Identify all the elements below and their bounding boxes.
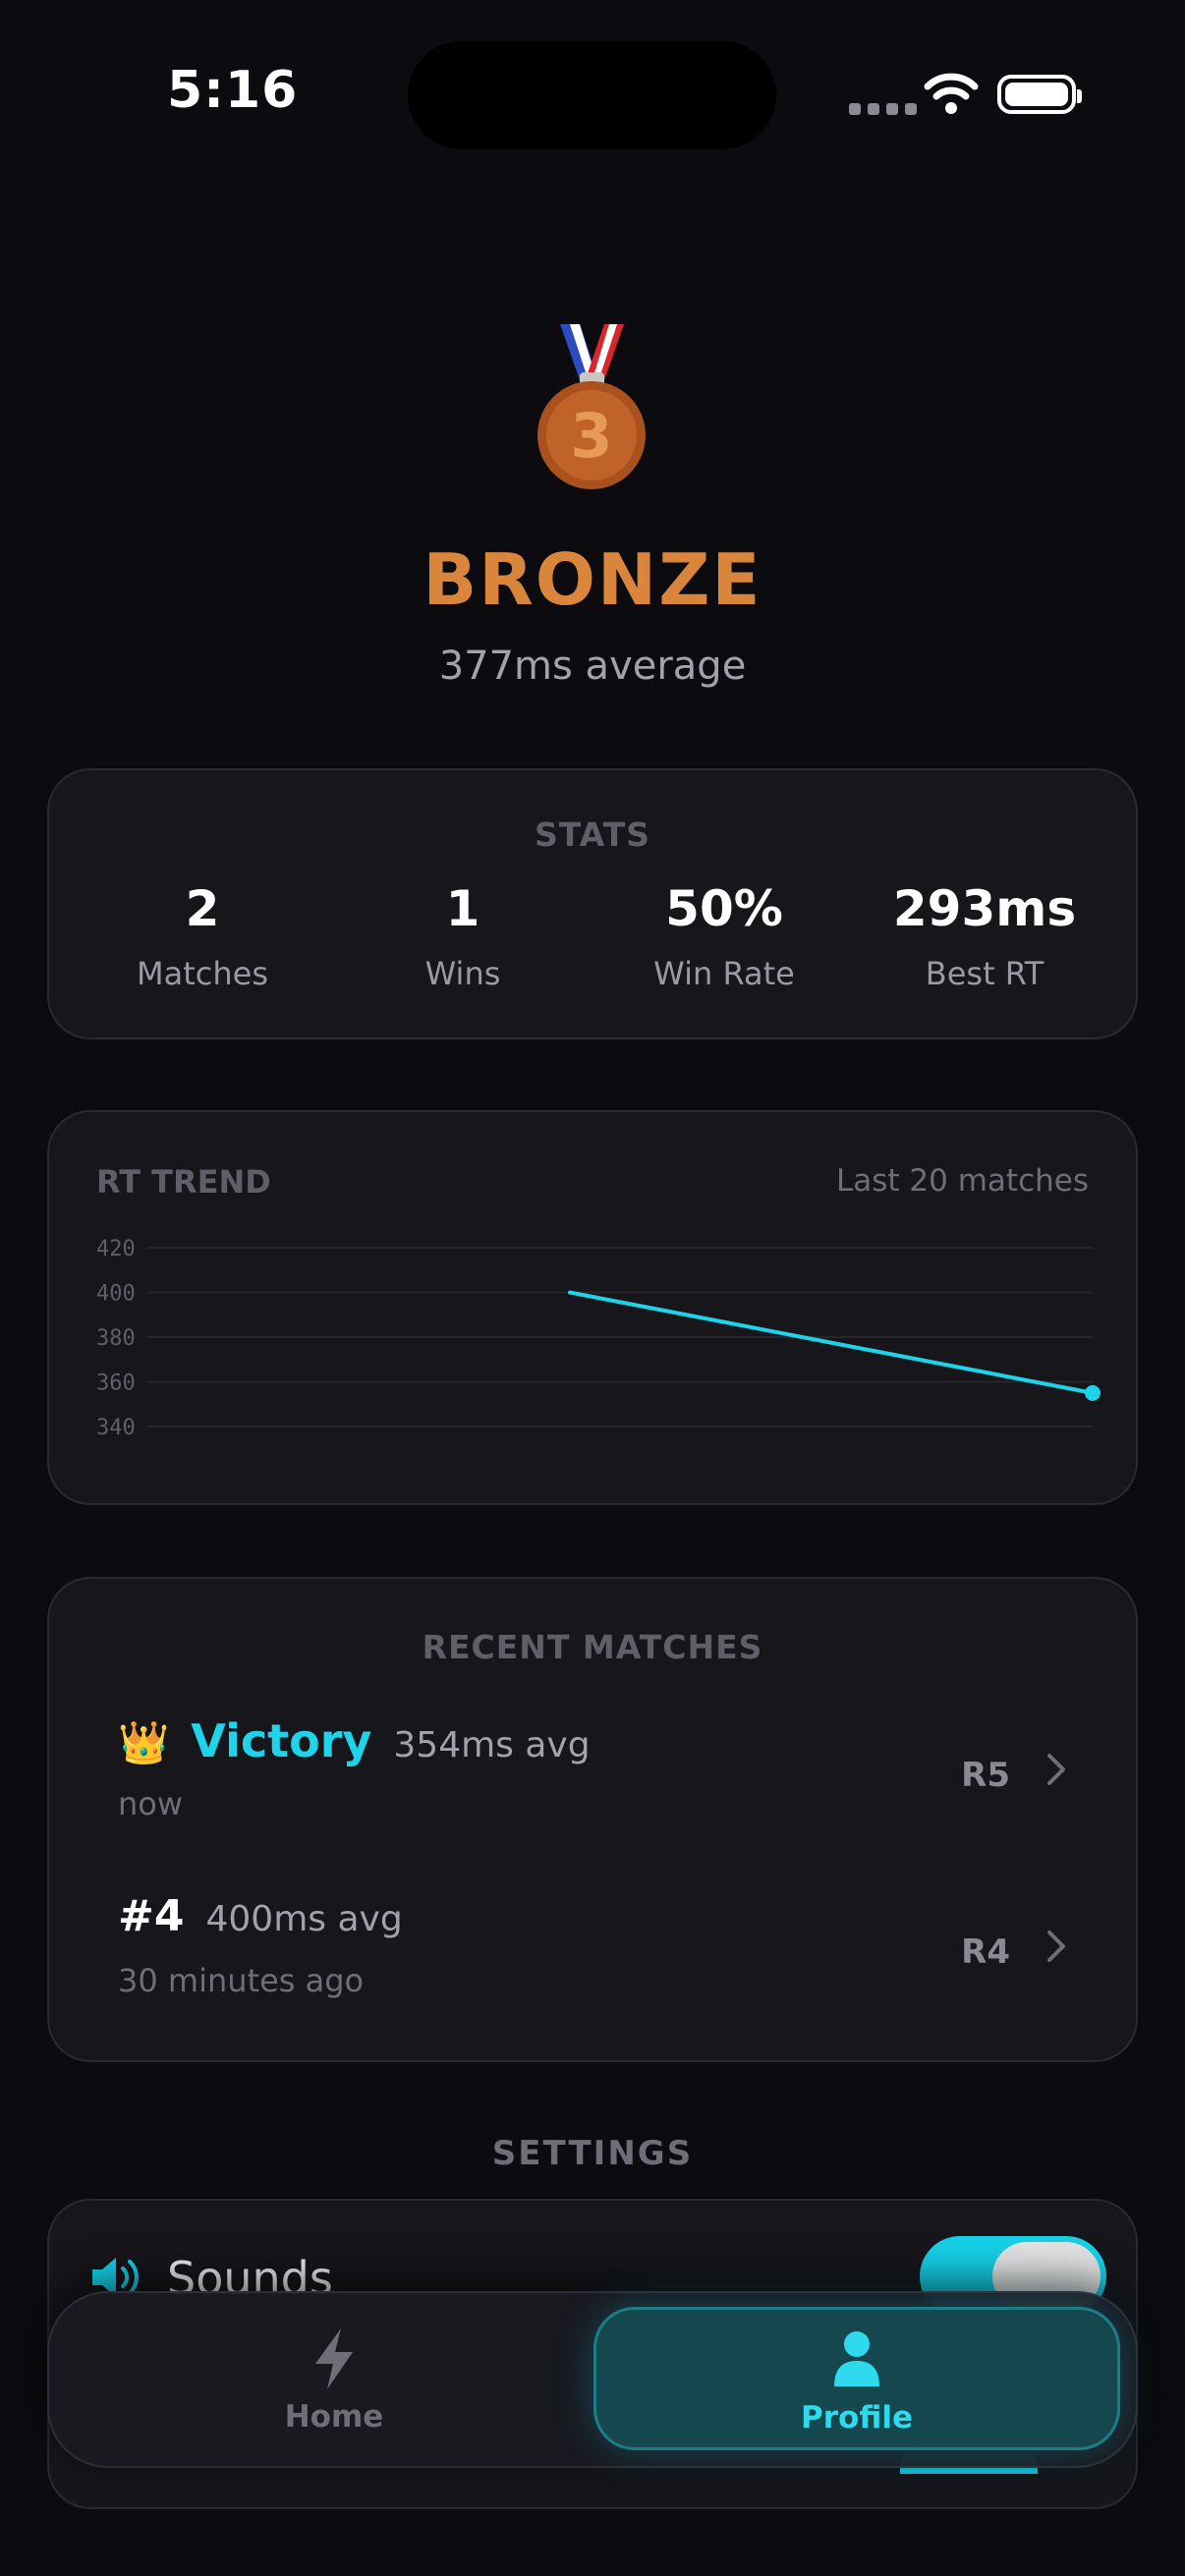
match-result: Victory <box>191 1714 372 1767</box>
battery-icon <box>997 75 1082 114</box>
chevron-right-icon <box>1047 1931 1065 1962</box>
stat-best-rt: 293ms Best RT <box>862 880 1107 992</box>
status-time: 5:16 <box>167 61 299 120</box>
y-tick-label: 400 <box>96 1282 136 1307</box>
stats-card: STATS 2 Matches 1 Wins 50% Win Rate 293m… <box>47 768 1138 1039</box>
match-row[interactable]: 👑 Victory 354ms avg now R5 <box>118 1714 1067 1862</box>
y-tick-label: 360 <box>96 1372 136 1396</box>
person-icon <box>834 2331 879 2386</box>
recent-matches-card: RECENT MATCHES 👑 Victory 354ms avg now R… <box>47 1577 1138 2062</box>
stat-label: Matches <box>137 955 268 992</box>
tab-profile-label: Profile <box>801 2400 913 2436</box>
lightning-bolt-icon <box>315 2328 353 2389</box>
medal-number: 3 <box>570 400 612 472</box>
dynamic-island <box>408 41 776 149</box>
match-row[interactable]: #4 400ms avg 30 minutes ago R4 <box>118 1891 1067 2039</box>
stat-label: Win Rate <box>653 955 795 992</box>
stat-label: Best RT <box>925 955 1044 992</box>
match-avg: 400ms avg <box>205 1899 403 1939</box>
rt-trend-chart: 420 400 380 360 340 <box>96 1237 1100 1440</box>
third-place-medal-icon: 3 <box>537 324 646 489</box>
wifi-icon <box>924 73 979 114</box>
stats-title: STATS <box>535 815 650 854</box>
chevron-right-icon <box>1047 1754 1065 1785</box>
stat-win-rate: 50% Win Rate <box>601 880 847 992</box>
tab-home-label: Home <box>284 2399 384 2435</box>
series-line <box>568 1290 1095 1395</box>
tab-profile[interactable]: Profile <box>593 2307 1120 2450</box>
cellular-signal-icon <box>849 103 917 115</box>
tab-bar: Home Profile <box>47 2291 1138 2468</box>
settings-title: SETTINGS <box>491 2134 694 2173</box>
stat-matches: 2 Matches <box>80 880 325 992</box>
match-time: now <box>118 1785 184 1822</box>
stat-value: 2 <box>185 880 220 937</box>
recent-matches-title: RECENT MATCHES <box>422 1628 763 1666</box>
crown-icon: 👑 <box>118 1718 170 1766</box>
stat-value: 50% <box>665 880 783 937</box>
match-placement: #4 <box>118 1891 185 1941</box>
match-round: R4 <box>961 1932 1010 1972</box>
stat-wins: 1 Wins <box>340 880 586 992</box>
match-round: R5 <box>961 1756 1010 1795</box>
data-point <box>1085 1384 1100 1401</box>
y-tick-label: 420 <box>96 1237 136 1261</box>
match-avg: 354ms avg <box>393 1725 591 1765</box>
rt-trend-card: RT TREND Last 20 matches 420 400 380 360 340 <box>47 1110 1138 1505</box>
stat-label: Wins <box>424 955 501 992</box>
rank-average: 377ms average <box>438 644 747 689</box>
stat-value: 1 <box>445 880 480 937</box>
match-time: 30 minutes ago <box>118 1962 365 1999</box>
y-tick-label: 380 <box>96 1326 136 1351</box>
tab-home[interactable]: Home <box>88 2311 580 2448</box>
y-tick-label: 340 <box>96 1416 136 1440</box>
stat-value: 293ms <box>892 880 1077 937</box>
rank-title: BRONZE <box>423 538 762 621</box>
